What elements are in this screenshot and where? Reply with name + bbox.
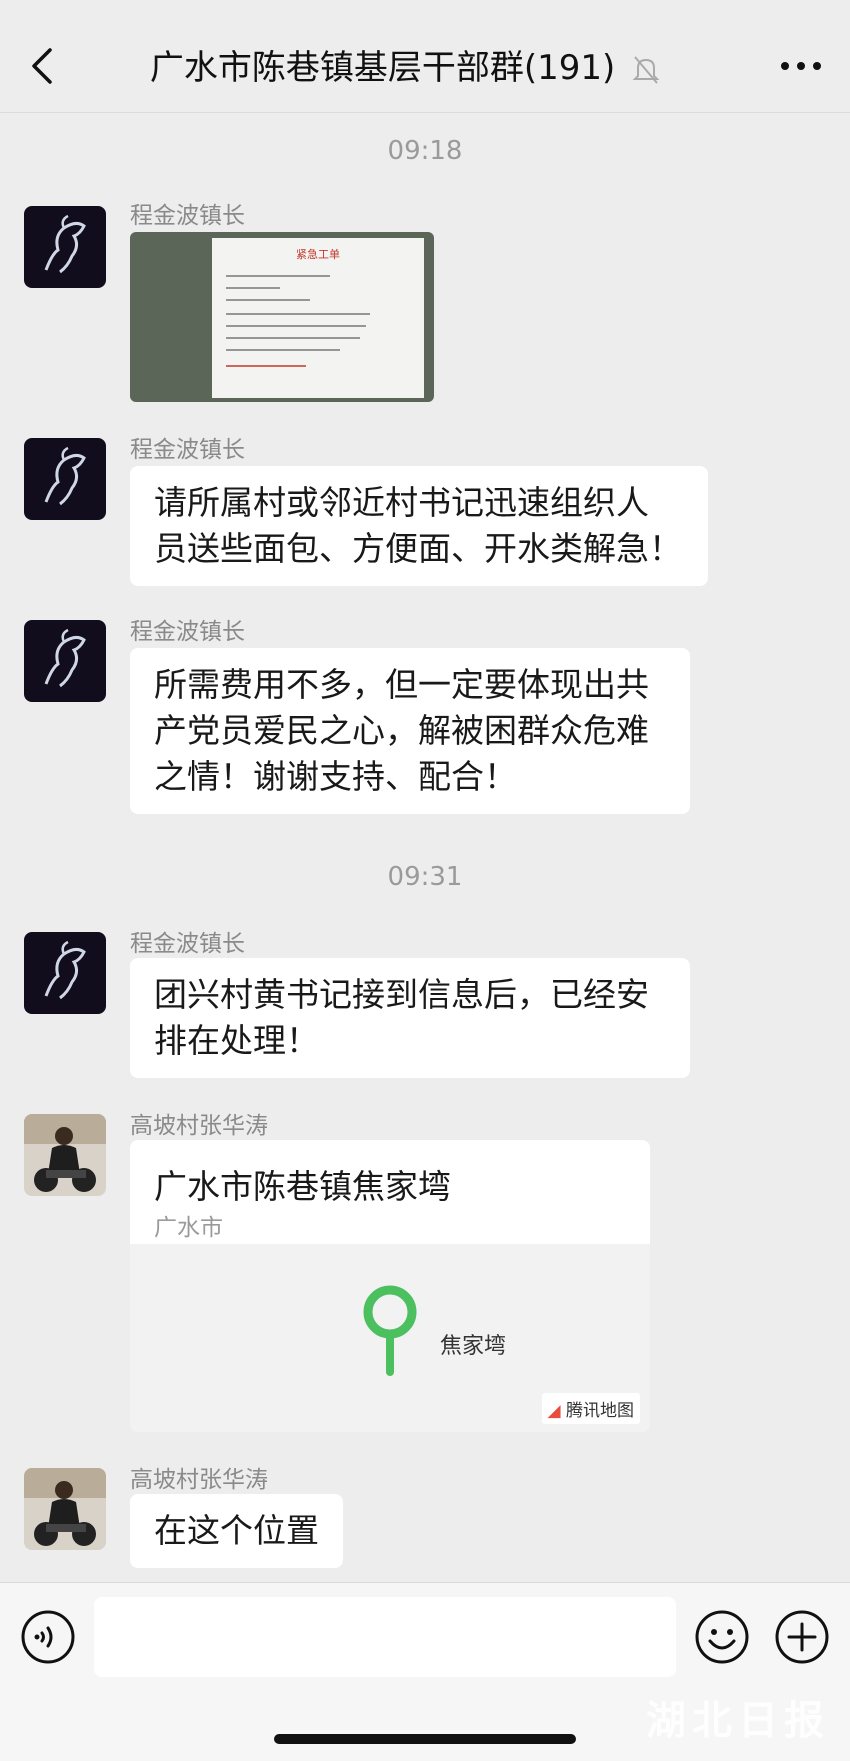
message-image[interactable]: 紧急工单 bbox=[130, 232, 434, 402]
message-input[interactable] bbox=[94, 1597, 676, 1677]
message-line: 在这个位置 bbox=[154, 1511, 319, 1550]
message-line: 团兴村黄书记接到信息后，已经安 bbox=[154, 975, 649, 1014]
avatar[interactable] bbox=[24, 438, 106, 520]
map-pin-icon bbox=[363, 1285, 417, 1376]
sender-name: 程金波镇长 bbox=[130, 619, 245, 645]
sender-name: 程金波镇长 bbox=[130, 203, 245, 229]
sender-name: 高坡村张华涛 bbox=[130, 1467, 268, 1493]
watermark: 湖北日报 bbox=[646, 1698, 830, 1744]
tencent-map-icon: ◢ bbox=[547, 1401, 561, 1421]
message-line: 员送些面包、方便面、开水类解急！ bbox=[154, 529, 682, 568]
home-indicator[interactable] bbox=[274, 1734, 576, 1744]
message-line: 之情！谢谢支持、配合！ bbox=[154, 757, 517, 796]
plus-icon[interactable] bbox=[774, 1609, 830, 1665]
message-line: 排在处理！ bbox=[154, 1021, 319, 1060]
avatar[interactable] bbox=[24, 620, 106, 702]
location-card[interactable]: 广水市陈巷镇焦家塆 广水市 焦家塆 ◢ 腾讯地图 bbox=[130, 1140, 650, 1432]
group-name: 广水市陈巷镇基层干部群(191) bbox=[149, 48, 616, 88]
bell-off-icon bbox=[632, 55, 660, 84]
message-line: 产党员爱民之心，解被困群众危难 bbox=[154, 711, 649, 750]
sender-name: 高坡村张华涛 bbox=[130, 1113, 268, 1139]
message-bubble[interactable]: 所需费用不多，但一定要体现出共 产党员爱民之心，解被困群众危难 之情！谢谢支持、… bbox=[130, 648, 690, 814]
chat-title: 广水市陈巷镇基层干部群(191) bbox=[110, 46, 700, 90]
emoji-icon[interactable] bbox=[694, 1609, 750, 1665]
message-bubble[interactable]: 请所属村或邻近村书记迅速组织人 员送些面包、方便面、开水类解急！ bbox=[130, 466, 708, 586]
timestamp: 09:18 bbox=[387, 136, 463, 166]
map-brand-text: 腾讯地图 bbox=[566, 1401, 634, 1421]
image-title: 紧急工单 bbox=[296, 247, 340, 261]
chevron-left-icon[interactable] bbox=[24, 44, 60, 88]
more-dots-icon[interactable] bbox=[776, 54, 826, 78]
avatar[interactable] bbox=[24, 1468, 106, 1550]
map-brand: ◢ 腾讯地图 bbox=[541, 1393, 640, 1424]
avatar[interactable] bbox=[24, 1114, 106, 1196]
avatar[interactable] bbox=[24, 206, 106, 288]
message-line: 所需费用不多，但一定要体现出共 bbox=[154, 665, 649, 704]
message-line: 请所属村或邻近村书记迅速组织人 bbox=[154, 483, 649, 522]
location-title: 广水市陈巷镇焦家塆 bbox=[154, 1167, 451, 1206]
timestamp: 09:31 bbox=[387, 862, 463, 892]
message-bubble[interactable]: 团兴村黄书记接到信息后，已经安 排在处理！ bbox=[130, 958, 690, 1078]
voice-icon[interactable] bbox=[20, 1609, 76, 1665]
message-bubble[interactable]: 在这个位置 bbox=[130, 1494, 343, 1568]
location-subtitle: 广水市 bbox=[154, 1215, 223, 1241]
sender-name: 程金波镇长 bbox=[130, 931, 245, 957]
sender-name: 程金波镇长 bbox=[130, 437, 245, 463]
map-label: 焦家塆 bbox=[440, 1334, 507, 1359]
chat-header: 广水市陈巷镇基层干部群(191) bbox=[0, 0, 850, 113]
location-map[interactable]: 焦家塆 ◢ 腾讯地图 bbox=[130, 1244, 650, 1432]
avatar[interactable] bbox=[24, 932, 106, 1014]
